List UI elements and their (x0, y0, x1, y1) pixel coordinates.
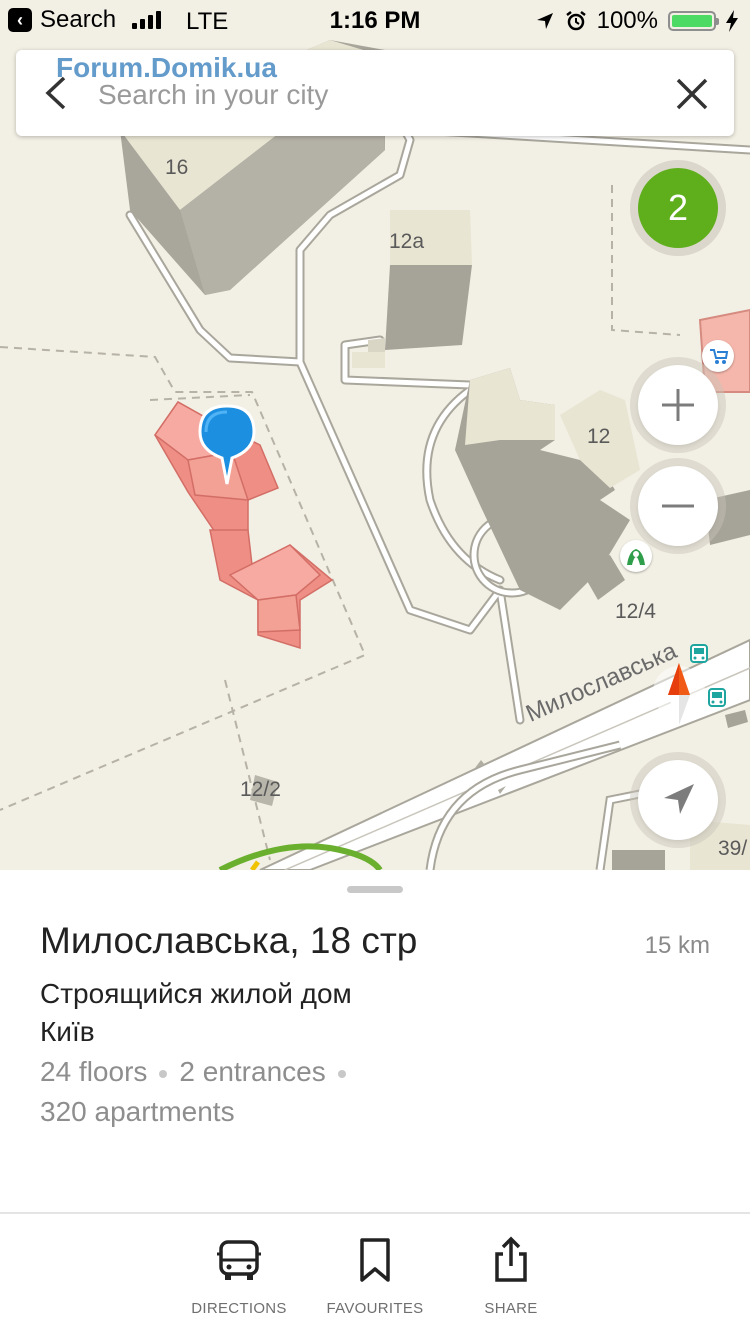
building-label: 39/ (718, 837, 748, 860)
battery-percent: 100% (596, 7, 658, 34)
cluster-marker[interactable]: 2 (638, 168, 718, 248)
favourites-button[interactable]: FAVOURITES (300, 1236, 450, 1317)
building-label: 12а (389, 230, 425, 253)
separator-dot (337, 1069, 346, 1078)
watermark-logo: Forum.Domik.ua (56, 52, 277, 83)
building-label: 12/4 (615, 600, 656, 623)
directions-button[interactable]: DIRECTIONS (164, 1236, 314, 1317)
charging-bolt-icon (726, 10, 738, 32)
place-city: Київ (40, 1016, 95, 1047)
action-toolbar: DIRECTIONS FAVOURITES SHARE (0, 1212, 750, 1336)
favourites-label: FAVOURITES (326, 1300, 424, 1317)
share-label: SHARE (484, 1300, 538, 1317)
share-icon (495, 1236, 527, 1282)
navigation-arrow-icon (664, 784, 694, 814)
place-card[interactable]: Милославська, 18 стр 15 km Строящийся жи… (0, 870, 750, 1212)
directions-label: DIRECTIONS (191, 1300, 287, 1317)
bus-stop-icon[interactable] (706, 687, 728, 711)
close-icon[interactable] (672, 74, 712, 114)
shop-poi-icon[interactable] (620, 540, 652, 572)
plus-icon (662, 389, 694, 421)
floors-count: 24 floors (40, 1056, 148, 1087)
drag-handle[interactable] (347, 886, 403, 893)
separator-dot (159, 1069, 168, 1078)
my-location-button[interactable] (638, 760, 718, 840)
minus-icon (662, 504, 694, 508)
apartments-count: 320 apartments (40, 1096, 235, 1127)
place-type: Строящийся жилой дом (40, 978, 352, 1009)
building-label: 12/2 (240, 778, 281, 801)
battery-icon (668, 11, 719, 31)
building-label: 16 (165, 156, 189, 179)
location-services-icon (536, 13, 553, 29)
car-icon (217, 1240, 261, 1280)
stroller-poi-icon[interactable] (702, 340, 734, 372)
share-button[interactable]: SHARE (436, 1236, 586, 1317)
status-bar: ‹ Search LTE 1:16 PM 100% (0, 0, 750, 40)
zoom-out-button[interactable] (638, 466, 718, 546)
entrances-count: 2 entrances (179, 1056, 326, 1087)
location-pin-icon[interactable] (198, 404, 256, 486)
building-label: 12 (587, 425, 611, 448)
compass-icon[interactable] (652, 655, 706, 729)
place-distance: 15 km (644, 932, 710, 959)
place-title: Милославська, 18 стр (40, 920, 418, 961)
place-details: 24 floors 2 entrances (40, 1056, 358, 1088)
bookmark-icon (360, 1238, 390, 1282)
alarm-icon (565, 11, 586, 31)
zoom-in-button[interactable] (638, 365, 718, 445)
